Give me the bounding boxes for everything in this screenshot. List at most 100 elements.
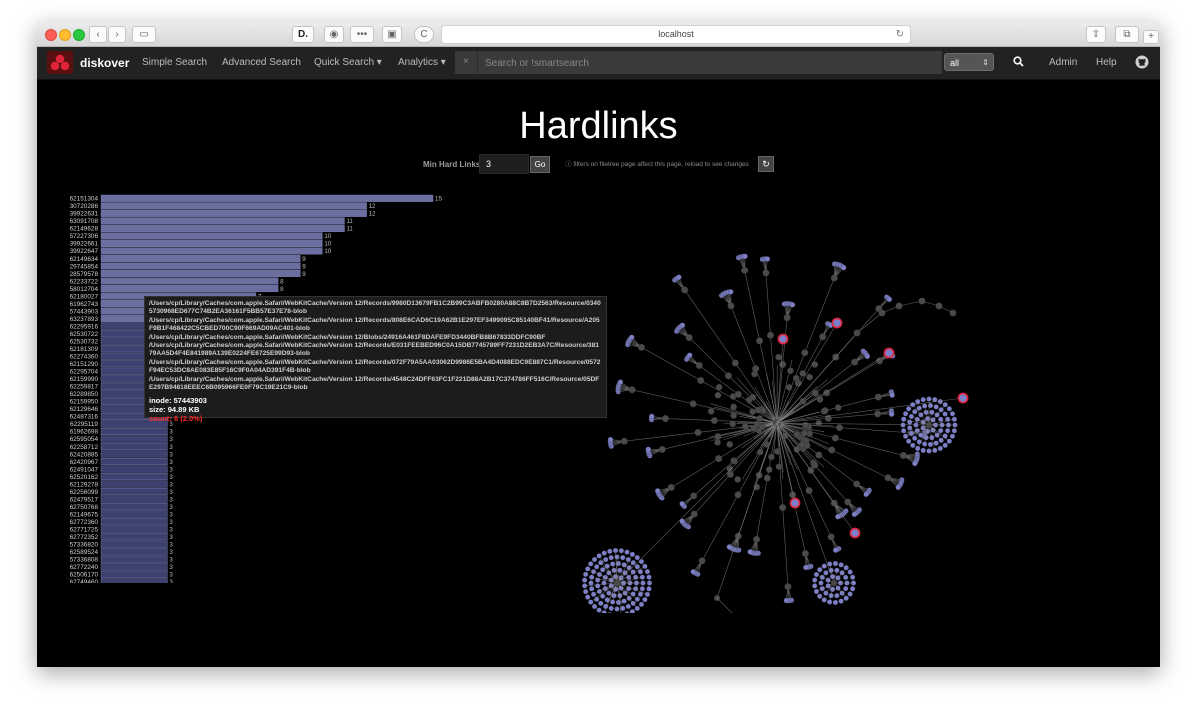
reload-icon[interactable]: ↻ xyxy=(896,26,904,43)
nav-advanced-search[interactable]: Advanced Search xyxy=(222,57,301,68)
graph-dir-node[interactable] xyxy=(827,533,835,541)
graph-file-node[interactable] xyxy=(813,588,820,595)
graph-file-node[interactable] xyxy=(942,402,948,408)
graph-dir-node[interactable] xyxy=(783,314,791,322)
bar[interactable] xyxy=(100,510,168,518)
graph-file-node[interactable] xyxy=(843,595,849,601)
graph-file-node[interactable] xyxy=(812,583,818,589)
bar[interactable] xyxy=(100,224,345,232)
graph-file-node[interactable] xyxy=(679,322,686,329)
bar[interactable] xyxy=(100,540,168,548)
graph-dir-node[interactable] xyxy=(763,474,771,482)
graph-file-node[interactable] xyxy=(783,597,790,604)
index-select[interactable]: all ⇕ xyxy=(944,53,994,71)
graph-dir-node[interactable] xyxy=(724,372,732,380)
graph-dir-node[interactable] xyxy=(830,274,838,282)
graph-dir-node[interactable] xyxy=(801,349,809,357)
bar[interactable] xyxy=(100,480,168,488)
graph-file-node[interactable] xyxy=(901,416,907,422)
graph-file-node[interactable] xyxy=(728,289,734,295)
graph-dir-node[interactable] xyxy=(694,428,702,436)
graph-file-node[interactable] xyxy=(821,563,827,569)
graph-file-node[interactable] xyxy=(946,438,952,444)
graph-dir-node[interactable] xyxy=(884,474,892,482)
graph-file-node[interactable] xyxy=(933,440,939,446)
graph-file-node[interactable] xyxy=(742,253,748,260)
bar[interactable] xyxy=(100,473,168,481)
diskover-logo[interactable] xyxy=(47,51,73,74)
graph-dir-node[interactable] xyxy=(799,397,807,405)
graph-file-node[interactable] xyxy=(777,333,789,345)
graph-dir-node[interactable] xyxy=(805,487,813,495)
graph-dir-node[interactable] xyxy=(695,361,703,369)
graph-file-node[interactable] xyxy=(642,597,648,603)
bar[interactable] xyxy=(100,427,168,435)
graph-file-node[interactable] xyxy=(840,264,847,271)
graph-dir-node[interactable] xyxy=(874,393,882,401)
graph-file-node[interactable] xyxy=(895,484,901,491)
reload-page-button[interactable]: ↻ xyxy=(758,156,774,172)
graph-file-node[interactable] xyxy=(581,577,588,583)
graph-file-node[interactable] xyxy=(789,302,796,308)
graph-file-node[interactable] xyxy=(594,564,600,570)
bar[interactable] xyxy=(100,262,301,270)
close-window-button[interactable] xyxy=(45,29,57,41)
graph-file-node[interactable] xyxy=(690,569,697,575)
graph-file-node[interactable] xyxy=(944,428,951,434)
graph-file-node[interactable] xyxy=(849,586,856,592)
share-icon[interactable]: ⇪ xyxy=(1086,26,1106,43)
graph-file-node[interactable] xyxy=(843,585,849,592)
graph-dir-node[interactable] xyxy=(710,416,718,425)
back-icon[interactable]: ‹ xyxy=(89,26,107,43)
bar[interactable] xyxy=(100,232,323,240)
graph-file-node[interactable] xyxy=(614,554,620,560)
graph-file-node[interactable] xyxy=(747,549,753,555)
graph-file-node[interactable] xyxy=(634,564,640,570)
graph-file-node[interactable] xyxy=(596,553,602,559)
graph-file-node[interactable] xyxy=(610,599,616,605)
graph-dir-node[interactable] xyxy=(613,579,621,587)
graph-file-node[interactable] xyxy=(851,511,858,518)
graph-file-node[interactable] xyxy=(952,422,958,428)
nav-simple-search[interactable]: Simple Search xyxy=(142,57,207,68)
graph-dir-node[interactable] xyxy=(779,360,787,368)
graph-file-node[interactable] xyxy=(818,580,824,586)
new-tab-icon[interactable]: + xyxy=(1143,30,1159,44)
address-bar[interactable]: localhost ↻ xyxy=(441,25,911,44)
min-hardlinks-input[interactable] xyxy=(479,154,529,174)
graph-file-node[interactable] xyxy=(726,544,733,550)
graph-dir-node[interactable] xyxy=(689,400,697,408)
graph-file-node[interactable] xyxy=(932,447,938,453)
graph-file-node[interactable] xyxy=(949,411,956,417)
graph-dir-node[interactable] xyxy=(925,421,933,429)
graph-file-node[interactable] xyxy=(946,406,952,412)
graph-file-node[interactable] xyxy=(832,599,839,606)
nav-analytics[interactable]: Analytics ▾ xyxy=(398,57,446,68)
graph-file-node[interactable] xyxy=(951,416,957,422)
graph-dir-node[interactable] xyxy=(794,379,802,387)
graph-file-node[interactable] xyxy=(849,527,861,539)
graph-file-node[interactable] xyxy=(590,591,597,597)
graph-file-node[interactable] xyxy=(832,560,839,567)
graph-dir-node[interactable] xyxy=(758,423,766,431)
graph-file-node[interactable] xyxy=(823,570,829,576)
bar[interactable] xyxy=(100,239,323,247)
graph-file-node[interactable] xyxy=(617,567,623,573)
bar[interactable] xyxy=(100,202,367,210)
graph-file-node[interactable] xyxy=(608,605,614,611)
graph-file-node[interactable] xyxy=(640,580,646,586)
graph-file-node[interactable] xyxy=(634,596,640,602)
graph-file-node[interactable] xyxy=(764,256,771,262)
graph-file-node[interactable] xyxy=(589,574,595,580)
graph-file-node[interactable] xyxy=(906,438,912,444)
go-button[interactable]: Go xyxy=(530,156,550,173)
bar[interactable] xyxy=(100,495,168,503)
graph-file-node[interactable] xyxy=(598,600,604,606)
graph-file-node[interactable] xyxy=(886,296,893,303)
graph-dir-node[interactable] xyxy=(799,370,807,377)
graph-file-node[interactable] xyxy=(625,556,631,563)
graph-dir-node[interactable] xyxy=(815,451,823,459)
graph-file-node[interactable] xyxy=(639,586,645,592)
graph-dir-node[interactable] xyxy=(895,302,903,310)
bar[interactable] xyxy=(100,194,434,202)
